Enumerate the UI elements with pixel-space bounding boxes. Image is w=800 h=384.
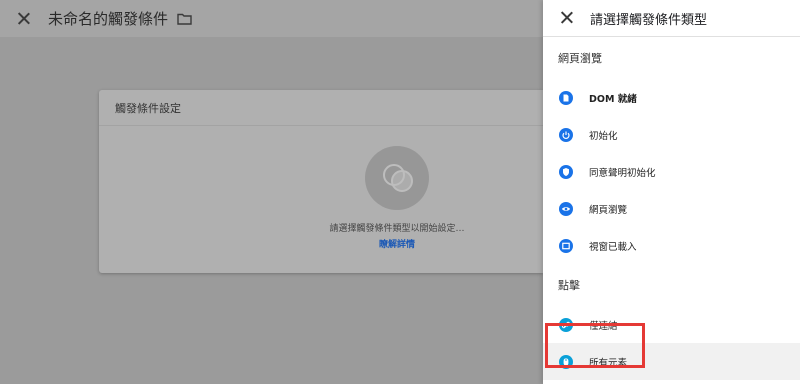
- trigger-item-just-links[interactable]: 僅連結: [543, 306, 800, 343]
- trigger-item-window-loaded[interactable]: 視窗已載入: [543, 227, 800, 264]
- trigger-config-card[interactable]: 觸發條件設定 請選擇觸發條件類型以開始設定… 瞭解詳情: [99, 90, 543, 273]
- link-icon: [559, 317, 573, 332]
- editor-canvas: 觸發條件設定 請選擇觸發條件類型以開始設定… 瞭解詳情: [0, 37, 543, 384]
- panel-title: 請選擇觸發條件類型: [590, 12, 708, 28]
- trigger-item-label: 所有元素: [589, 357, 628, 369]
- trigger-item-label: 同意聲明初始化: [589, 167, 656, 179]
- eye-icon: [559, 201, 573, 216]
- trigger-item-label: 初始化: [589, 130, 618, 142]
- shield-icon: [559, 164, 573, 179]
- card-hint: 請選擇觸發條件類型以開始設定…: [329, 224, 465, 234]
- trigger-placeholder-icon: [365, 146, 429, 210]
- trigger-item-label: DOM 就緒: [589, 93, 637, 105]
- trigger-item-consent-init[interactable]: 同意聲明初始化: [543, 153, 800, 190]
- trigger-item-label: 網頁瀏覽: [589, 204, 628, 216]
- window-icon: [559, 238, 573, 253]
- section-heading-pageview: 網頁瀏覽: [558, 52, 602, 65]
- trigger-item-initialization[interactable]: 初始化: [543, 116, 800, 153]
- section-heading-click: 點擊: [558, 279, 580, 292]
- panel-close-icon[interactable]: [559, 10, 575, 26]
- mouse-icon: [559, 354, 573, 369]
- trigger-item-dom-ready[interactable]: DOM 就緒: [543, 79, 800, 116]
- folder-icon[interactable]: [177, 13, 192, 25]
- trigger-item-label: 僅連結: [589, 320, 618, 332]
- card-title: 觸發條件設定: [99, 90, 543, 126]
- editor-header: 未命名的觸發條件: [0, 0, 543, 37]
- power-icon: [559, 127, 573, 142]
- trigger-item-page-view[interactable]: 網頁瀏覽: [543, 190, 800, 227]
- panel-header: 請選擇觸發條件類型: [543, 0, 800, 37]
- trigger-name[interactable]: 未命名的觸發條件: [48, 8, 168, 29]
- trigger-item-label: 視窗已載入: [589, 241, 637, 253]
- trigger-type-panel: 請選擇觸發條件類型 網頁瀏覽 DOM 就緒 初始化 同意聲明初始化 網頁瀏覽 視…: [543, 0, 800, 384]
- editor-close-icon[interactable]: [16, 11, 32, 27]
- learn-more-link[interactable]: 瞭解詳情: [99, 237, 543, 250]
- trigger-item-all-elements[interactable]: 所有元素: [543, 343, 800, 380]
- document-icon: [559, 90, 573, 105]
